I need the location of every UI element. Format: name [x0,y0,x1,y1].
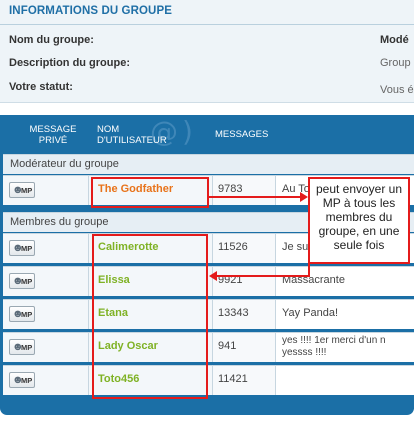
send-mp-button[interactable]: ☻ MP [9,273,35,289]
post-count-cell: 9783 [213,176,276,205]
mp-cell: ☻ MP [3,267,89,296]
post-count: 11526 [218,241,248,253]
group-name-label: Nom du groupe: [9,34,94,46]
mp-cell: ☻ MP [3,176,89,205]
post-count-cell: 941 [213,333,276,362]
mp-button-label: MP [21,343,33,352]
column-header-messages[interactable]: MESSAGES [215,129,268,140]
post-count: 941 [218,340,237,352]
post-count: 13343 [218,307,249,319]
group-status-label: Votre statut: [9,81,73,93]
moderator-category-label: Modérateur du groupe [10,158,119,170]
send-mp-button[interactable]: ☻ MP [9,372,35,388]
send-mp-button[interactable]: ☻ MP [9,182,35,198]
table-header: @) MESSAGE PRIVÉ NOM D'UTILISATEUR MESSA… [0,115,414,151]
user-message-line1: yes !!!! 1er merci d'un n [282,335,386,346]
table-row: ☻ MP Toto456 11421 [3,365,414,395]
table-row: ☻ MP Lady Oscar 941 yes !!!! 1er merci d… [3,332,414,362]
user-message: Je su [282,241,309,253]
post-count-cell: 11421 [213,366,276,395]
mp-cell: ☻ MP [3,333,89,362]
moderator-highlight-box [91,177,209,208]
group-name-value: Modé [380,34,409,46]
group-status-value: Vous é [380,84,414,96]
post-count-cell: 9921 [213,267,276,296]
mp-button-label: MP [21,376,33,385]
arrow-left-icon [209,271,217,281]
user-message: Yay Panda! [282,307,339,319]
column-header-private-message[interactable]: MESSAGE PRIVÉ [26,124,80,146]
table-row: ☻ MP Etana 13343 Yay Panda! [3,299,414,329]
arrow-line [209,196,301,198]
send-mp-button[interactable]: ☻ MP [9,240,35,256]
post-count: 9783 [218,183,243,195]
user-message-line2: yessss !!!! [282,347,327,358]
divider [0,24,414,25]
mp-cell: ☻ MP [3,234,89,263]
post-count-cell: 11526 [213,234,276,263]
group-info-title: INFORMATIONS DU GROUPE [9,5,172,17]
user-message-cell [276,366,414,395]
group-description-label: Description du groupe: [9,57,130,69]
mp-button-label: MP [21,310,33,319]
send-mp-button[interactable]: ☻ MP [9,306,35,322]
arrow-line [216,275,310,277]
post-count-cell: 13343 [213,300,276,329]
column-header-username[interactable]: NOM D'UTILISATEUR [97,124,187,146]
group-info-panel: INFORMATIONS DU GROUPE Nom du groupe: Mo… [0,0,414,103]
members-highlight-box [92,234,208,399]
table-footer [3,399,414,409]
user-message: yes !!!! 1er merci d'un n yessss !!!! [282,335,386,359]
members-category-label: Membres du groupe [10,216,109,228]
mp-button-label: MP [21,186,33,195]
user-message-cell: Massacrante [276,267,414,296]
mp-cell: ☻ MP [3,300,89,329]
user-message-cell: yes !!!! 1er merci d'un n yessss !!!! [276,333,414,362]
moderator-category-row: Modérateur du groupe [3,154,414,174]
send-mp-button[interactable]: ☻ MP [9,339,35,355]
mp-cell: ☻ MP [3,366,89,395]
mp-button-label: MP [21,244,33,253]
arrow-line [308,262,310,277]
user-message-cell: Yay Panda! [276,300,414,329]
arrow-right-icon [300,192,308,202]
group-description-value: Group [380,57,411,69]
post-count: 11421 [218,373,248,385]
mp-button-label: MP [21,277,33,286]
annotation-callout: peut envoyer un MP à tous les membres du… [308,177,410,264]
